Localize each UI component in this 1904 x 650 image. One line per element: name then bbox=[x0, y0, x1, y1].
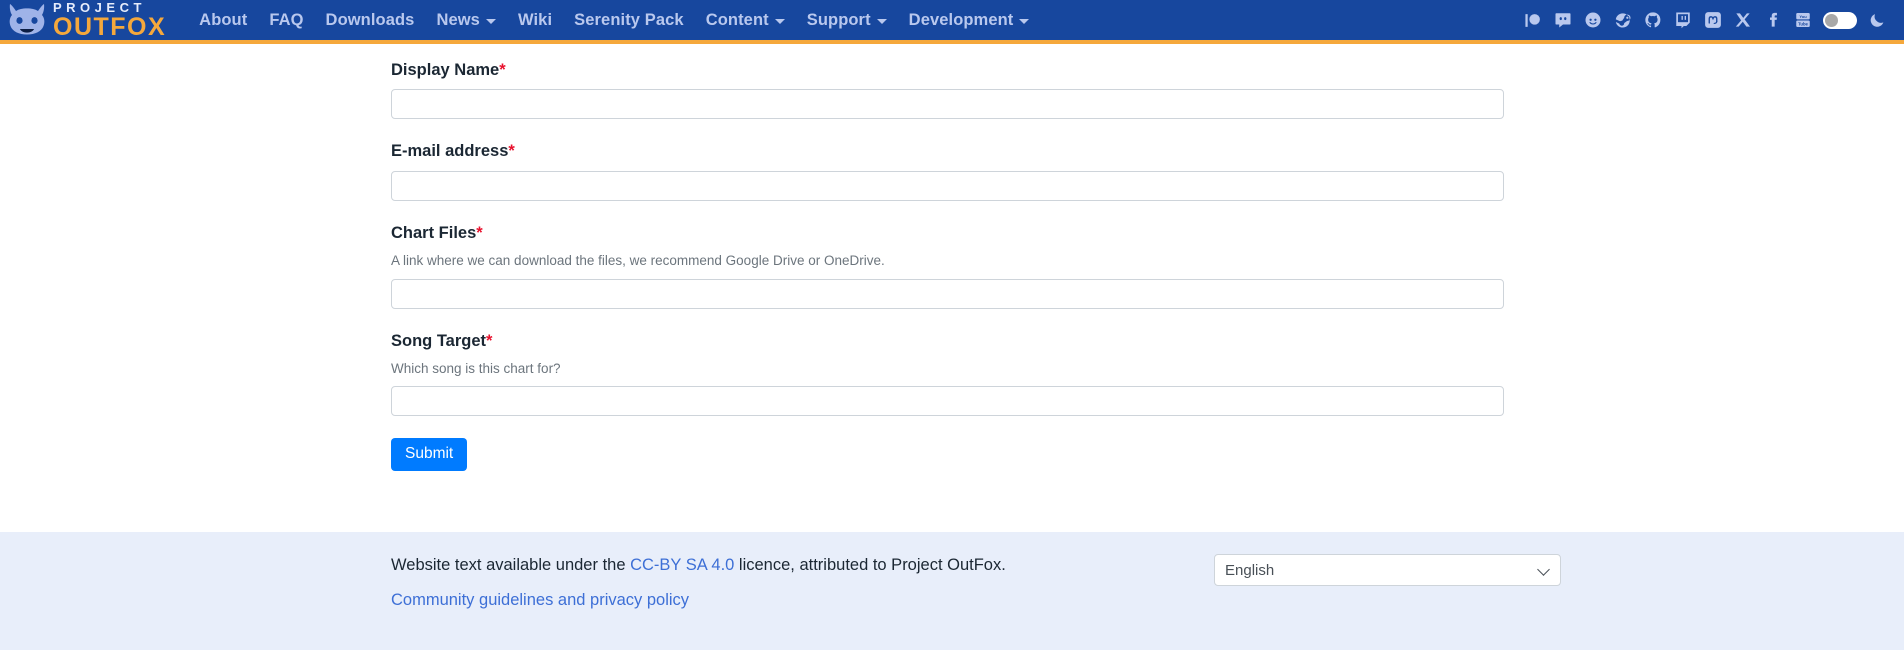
nav-item-news[interactable]: News bbox=[425, 7, 507, 34]
svg-text:You: You bbox=[1799, 14, 1807, 19]
nav-item-development[interactable]: Development bbox=[898, 7, 1041, 34]
chevron-down-icon bbox=[876, 18, 887, 24]
brand-top-text: PROJECT bbox=[53, 0, 146, 15]
licence-suffix-text: licence, attributed to Project OutFox. bbox=[734, 556, 1006, 574]
footer-text-block: Website text available under the CC-BY S… bbox=[391, 554, 1131, 610]
language-selector-wrap: English bbox=[1214, 554, 1561, 586]
page-body: Display Name* E-mail address* Chart File… bbox=[0, 44, 1904, 650]
steam-icon[interactable] bbox=[1613, 11, 1632, 30]
nav-label: Support bbox=[806, 10, 871, 29]
field-label-display-name: Display Name* bbox=[391, 60, 1504, 81]
community-guidelines-link[interactable]: Community guidelines and privacy policy bbox=[391, 591, 689, 610]
chart-files-input[interactable] bbox=[391, 278, 1504, 309]
discord-icon[interactable] bbox=[1553, 11, 1572, 30]
patreon-icon[interactable] bbox=[1523, 11, 1542, 30]
mastodon-icon[interactable] bbox=[1703, 11, 1722, 30]
chevron-down-icon bbox=[774, 18, 785, 24]
nav-item-about[interactable]: About bbox=[188, 7, 258, 34]
field-label-text: E-mail address bbox=[391, 142, 509, 161]
chart-submission-form: Display Name* E-mail address* Chart File… bbox=[391, 60, 1504, 471]
social-links-group: You Tube bbox=[1523, 11, 1890, 30]
nav-label: About bbox=[199, 10, 248, 29]
twitch-icon[interactable] bbox=[1673, 11, 1692, 30]
outfox-mascot-icon bbox=[8, 3, 48, 37]
moon-icon[interactable] bbox=[1868, 11, 1886, 29]
nav-item-support[interactable]: Support bbox=[796, 7, 898, 34]
required-marker: * bbox=[499, 61, 506, 79]
nav-item-wiki[interactable]: Wiki bbox=[507, 7, 563, 34]
nav-item-faq[interactable]: FAQ bbox=[258, 7, 314, 34]
field-label-text: Chart Files bbox=[391, 223, 477, 242]
field-label-email: E-mail address* bbox=[391, 141, 1504, 162]
youtube-icon[interactable]: You Tube bbox=[1793, 11, 1812, 30]
field-help-chart-files: A link where we can download the files, … bbox=[391, 253, 885, 269]
submit-button[interactable]: Submit bbox=[391, 438, 468, 471]
main-content: Display Name* E-mail address* Chart File… bbox=[0, 44, 1904, 532]
nav-item-downloads[interactable]: Downloads bbox=[315, 7, 426, 34]
required-marker: * bbox=[486, 331, 493, 350]
nav-label: News bbox=[436, 10, 480, 29]
field-label-text: Song Target bbox=[391, 331, 487, 350]
field-label-text: Display Name bbox=[391, 61, 500, 79]
field-group-song-target: Song Target* Which song is this chart fo… bbox=[391, 331, 1504, 417]
top-navigation-bar: PROJECT OUTFOX About FAQ Downloads News … bbox=[0, 0, 1904, 44]
nav-item-serenity-pack[interactable]: Serenity Pack bbox=[563, 7, 695, 34]
github-icon[interactable] bbox=[1643, 11, 1662, 30]
nav-label: Serenity Pack bbox=[574, 10, 684, 29]
theme-toggle-switch[interactable] bbox=[1823, 11, 1857, 29]
required-marker: * bbox=[476, 223, 483, 242]
site-logo-brand[interactable]: PROJECT OUTFOX bbox=[8, 0, 166, 42]
licence-prefix-text: Website text available under the bbox=[391, 556, 631, 574]
nav-label: Downloads bbox=[325, 10, 415, 29]
nav-label: Content bbox=[705, 10, 769, 29]
licence-line: Website text available under the CC-BY S… bbox=[391, 554, 1131, 577]
field-group-display-name: Display Name* bbox=[391, 60, 1504, 120]
nav-links-group: About FAQ Downloads News Wiki Serenity P… bbox=[188, 7, 1040, 34]
email-input[interactable] bbox=[391, 170, 1504, 201]
language-select-box: English bbox=[1214, 554, 1561, 586]
nav-label: Development bbox=[908, 10, 1014, 29]
field-label-chart-files: Chart Files* bbox=[391, 223, 1504, 244]
theme-toggle-knob bbox=[1825, 13, 1838, 27]
required-marker: * bbox=[508, 142, 515, 161]
site-footer: Website text available under the CC-BY S… bbox=[0, 532, 1904, 650]
field-help-song-target: Which song is this chart for? bbox=[391, 360, 561, 376]
language-select[interactable]: English bbox=[1214, 554, 1561, 586]
brand-bottom-text: OUTFOX bbox=[53, 12, 167, 41]
x-twitter-icon[interactable] bbox=[1733, 11, 1752, 30]
field-label-song-target: Song Target* bbox=[391, 331, 1504, 352]
nav-label: Wiki bbox=[517, 10, 553, 29]
field-group-chart-files: Chart Files* A link where we can downloa… bbox=[391, 223, 1504, 309]
facebook-icon[interactable] bbox=[1763, 11, 1782, 30]
reddit-icon[interactable] bbox=[1583, 11, 1602, 30]
nav-label: FAQ bbox=[269, 10, 304, 29]
display-name-input[interactable] bbox=[391, 89, 1504, 120]
chevron-down-icon bbox=[1019, 18, 1030, 24]
chevron-down-icon bbox=[485, 18, 496, 24]
field-group-email: E-mail address* bbox=[391, 141, 1504, 201]
song-target-input[interactable] bbox=[391, 386, 1504, 417]
svg-text:Tube: Tube bbox=[1798, 21, 1808, 26]
nav-item-content[interactable]: Content bbox=[695, 7, 796, 34]
cc-by-sa-link[interactable]: CC-BY SA 4.0 bbox=[630, 556, 734, 574]
